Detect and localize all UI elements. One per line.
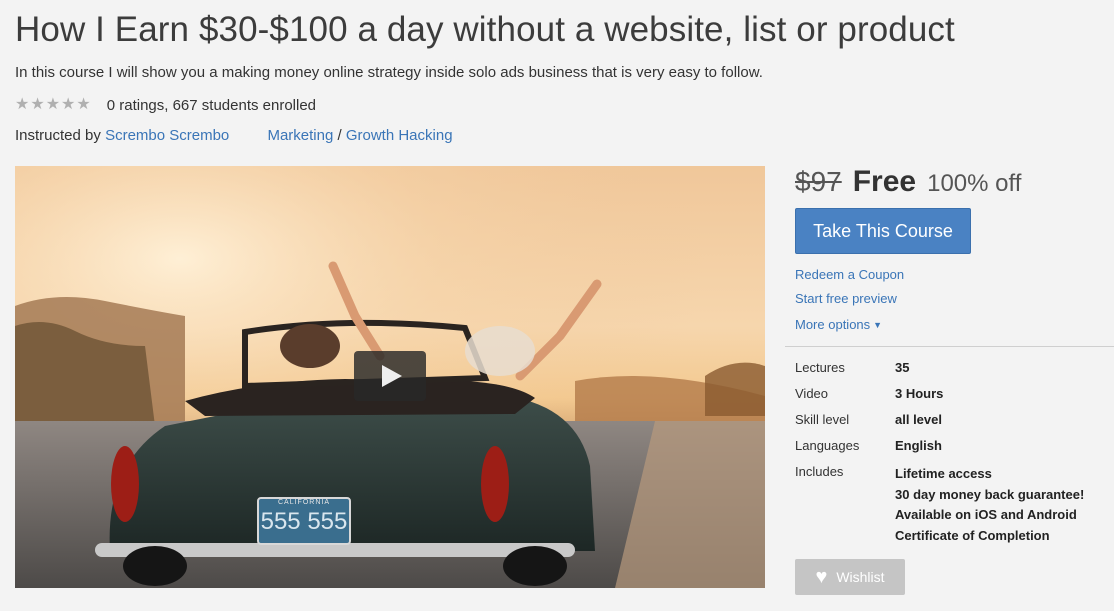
play-icon	[382, 365, 402, 387]
spec-row-includes: Includes Lifetime access 30 day money ba…	[795, 464, 1084, 546]
play-button[interactable]	[354, 351, 426, 401]
includes-item: Lifetime access	[895, 466, 992, 481]
subcategory-link[interactable]: Growth Hacking	[346, 127, 453, 144]
includes-item: Available on iOS and Android	[895, 507, 1077, 522]
instructed-by-label: Instructed by	[15, 127, 101, 144]
star-icon: ★	[76, 96, 91, 113]
course-specs: Lectures 35 Video 3 Hours Skill level al…	[795, 360, 1084, 546]
spec-label: Languages	[795, 438, 860, 453]
redeem-coupon-link[interactable]: Redeem a Coupon	[795, 267, 904, 282]
more-options-label: More options	[795, 317, 871, 332]
spec-label: Lectures	[795, 360, 845, 375]
original-price: $97	[795, 166, 842, 197]
star-icon: ★	[15, 96, 30, 113]
caret-down-icon: ▼	[873, 320, 883, 330]
spec-label: Video	[795, 386, 829, 401]
course-title: How I Earn $30-$100 a day without a webs…	[15, 10, 955, 49]
license-plate-number: 555 555	[260, 508, 348, 535]
rating-summary: 0 ratings, 667 students enrolled	[106, 96, 317, 114]
take-course-button[interactable]: Take This Course	[795, 208, 971, 254]
category-separator: /	[337, 127, 342, 144]
spec-row-lectures: Lectures 35	[795, 360, 1084, 386]
current-price: Free	[852, 165, 917, 198]
spec-row-languages: Languages English	[795, 438, 1084, 464]
star-icon: ★	[30, 96, 45, 113]
includes-list: Lifetime access 30 day money back guaran…	[895, 464, 1084, 546]
category-link[interactable]: Marketing	[267, 127, 333, 144]
discount-label: 100% off	[927, 170, 1022, 197]
spec-value: 3 Hours	[895, 386, 944, 401]
rating-stars: ★ ★ ★ ★ ★	[15, 97, 91, 113]
heart-icon: ♥	[815, 566, 828, 588]
price-row: $97 Free 100% off	[795, 165, 1021, 203]
course-promo-video[interactable]: CALIFORNIA 555 555	[15, 166, 765, 588]
rating-row: ★ ★ ★ ★ ★ 0 ratings, 667 students enroll…	[15, 95, 316, 115]
course-subtitle: In this course I will show you a making …	[15, 64, 763, 81]
spec-value: English	[895, 438, 942, 453]
spec-label: Includes	[795, 464, 844, 479]
divider	[785, 346, 1114, 347]
includes-item: Certificate of Completion	[895, 527, 1050, 543]
start-preview-link[interactable]: Start free preview	[795, 291, 897, 306]
spec-label: Skill level	[795, 412, 850, 427]
includes-item: 30 day money back guarantee!	[895, 486, 1085, 502]
spec-row-video: Video 3 Hours	[795, 386, 1084, 412]
spec-value: 35	[895, 360, 910, 375]
instructor-row: Instructed by Scrembo Scrembo Marketing …	[15, 127, 453, 144]
star-icon: ★	[45, 96, 61, 113]
license-plate-state: CALIFORNIA	[277, 499, 330, 506]
wishlist-button[interactable]: ♥ Wishlist	[795, 559, 905, 595]
spec-value: all level	[895, 412, 942, 427]
more-options-link[interactable]: More options ▼	[795, 317, 882, 332]
wishlist-label: Wishlist	[836, 569, 885, 585]
spec-row-skill-level: Skill level all level	[795, 412, 1084, 438]
star-icon: ★	[61, 96, 76, 113]
instructor-link[interactable]: Scrembo Scrembo	[105, 127, 229, 144]
